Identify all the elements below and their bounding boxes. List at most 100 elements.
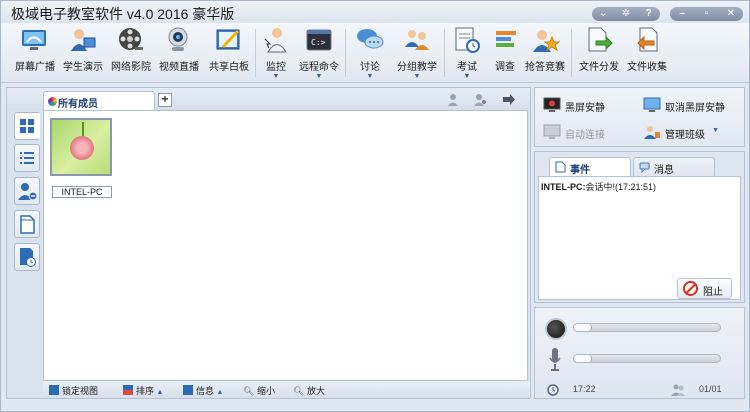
toolbar-file-distribute[interactable]: 文件分发 <box>579 25 619 73</box>
file-send-icon <box>584 25 614 55</box>
chevron-up-icon: ▲ <box>216 389 224 396</box>
speaker-volume-fill <box>574 324 592 331</box>
members-bottom-bar: 锁定视图 排序 ▲ 信息 ▲ 🔍︎ 缩小 🔍︎ 放大 <box>43 381 530 398</box>
exam-clock-icon <box>452 25 482 55</box>
block-button[interactable]: 阻止 <box>677 278 732 299</box>
toolbar-exam[interactable]: 考试 ▼ <box>451 25 483 81</box>
toolbar-monitor[interactable]: 监控 ▼ <box>261 25 291 81</box>
toolbar-shared-whiteboard[interactable]: 共享白板 <box>209 25 249 73</box>
member-thumbnail[interactable] <box>50 118 112 176</box>
screen-icon <box>643 97 661 113</box>
toolbar-file-collect[interactable]: 文件收集 <box>627 25 667 73</box>
student-demo-icon <box>67 25 97 55</box>
window-title: 极域电子教室软件 v4.0 2016 豪华版 <box>11 6 235 22</box>
zoom-out-button[interactable]: 🔍︎ 缩小 <box>243 384 275 397</box>
side-tab-list[interactable] <box>14 144 40 172</box>
members-tab-strip: 所有成员 + <box>7 88 530 110</box>
side-tab-thumbnails[interactable] <box>14 112 40 140</box>
zoom-in-button[interactable]: 🔍︎ 放大 <box>293 384 325 397</box>
microphone-volume-fill <box>574 355 592 362</box>
plus-icon: + <box>161 92 169 106</box>
chevron-up-icon: ▲ <box>156 389 164 396</box>
toolbar-screen-broadcast[interactable]: 屏幕广播 <box>15 25 55 73</box>
toolbar-student-demo[interactable]: 学生演示 <box>63 25 103 73</box>
toolbar-separator <box>571 29 572 77</box>
manage-class-icon <box>643 124 661 140</box>
chevron-down-icon: ▼ <box>413 73 421 80</box>
document-icon <box>555 161 566 173</box>
survey-bars-icon <box>491 25 521 55</box>
side-tab-report[interactable] <box>14 243 40 271</box>
toolbar-discussion[interactable]: 讨论 ▼ <box>353 25 387 81</box>
film-reel-icon <box>115 25 145 55</box>
add-tab-button[interactable]: + <box>158 93 172 107</box>
lock-view-button[interactable]: 锁定视图 <box>49 384 98 397</box>
members-area: INTEL-PC <box>43 110 528 381</box>
auto-connect-button[interactable]: 自动连接 <box>537 121 605 143</box>
whiteboard-icon <box>214 25 244 55</box>
restore-icon[interactable]: ▫ <box>697 7 715 21</box>
side-tab-document[interactable] <box>14 210 40 238</box>
report-clock-icon <box>20 248 36 267</box>
close-icon[interactable]: ✕ <box>722 7 740 21</box>
title-bar: 极域电子教室软件 v4.0 2016 豪华版 ⌄ ✲ ? – ▫ ✕ <box>1 1 749 23</box>
event-log: INTEL-PC:会话中!(17:21:51) 阻止 <box>538 176 741 300</box>
chat-bubble-icon <box>355 25 385 55</box>
toolbar-network-cinema[interactable]: 网络影院 <box>111 25 151 73</box>
info-icon <box>183 385 193 395</box>
black-screen-button[interactable]: 黑屏安静 <box>537 94 605 116</box>
microphone-icon <box>549 348 561 371</box>
tab-all-members[interactable]: 所有成员 <box>43 91 155 110</box>
right-panel: 黑屏安静 取消黑屏安静 自动连接 管理班级 ▼ 事件 消息 INTEL-PC:会… <box>534 87 745 399</box>
tab-messages[interactable]: 消息 <box>633 157 715 176</box>
thumbnail-view-icon <box>20 119 34 133</box>
microphone-volume-slider[interactable] <box>573 354 721 363</box>
toolbar-survey[interactable]: 调查 <box>491 25 519 73</box>
chevron-down-icon: ▼ <box>315 73 323 80</box>
toolbar-group-teaching[interactable]: 分组教学 ▼ <box>397 25 437 81</box>
toolbar-quiz-race[interactable]: 抢答竞赛 <box>525 25 565 73</box>
main-toolbar: 屏幕广播 学生演示 网络影院 视频直播 共享白板 监控 ▼ C:> 远程命令 ▼… <box>1 23 749 83</box>
window-controls: – ▫ ✕ <box>670 7 743 21</box>
user-settings-icon[interactable] <box>473 93 487 106</box>
arrow-right-icon[interactable] <box>502 93 516 106</box>
command-prompt-icon: C:> <box>304 25 334 55</box>
toolbar-separator <box>444 29 445 77</box>
speaker-icon <box>545 318 567 340</box>
side-tab-user-remove[interactable] <box>14 177 40 205</box>
window-options: ⌄ ✲ ? <box>592 7 660 21</box>
auto-connect-icon <box>543 124 561 140</box>
chevron-down-icon[interactable]: ⌄ <box>594 7 612 21</box>
chevron-down-icon: ▼ <box>366 73 374 80</box>
manage-class-button[interactable]: 管理班级 ▼ <box>637 121 719 143</box>
star-user-icon <box>530 25 561 55</box>
chevron-down-icon: ▼ <box>463 73 471 80</box>
message-bubble-icon <box>639 161 650 174</box>
cancel-black-screen-button[interactable]: 取消黑屏安静 <box>637 94 725 116</box>
event-box: 事件 消息 INTEL-PC:会话中!(17:21:51) 阻止 <box>534 151 745 303</box>
list-view-icon <box>20 152 34 164</box>
toolbar-remote-command[interactable]: C:> 远程命令 ▼ <box>299 25 339 81</box>
zoom-out-icon: 🔍︎ <box>243 386 255 396</box>
toolbar-separator <box>345 29 346 77</box>
zoom-in-icon: 🔍︎ <box>293 386 305 396</box>
webcam-icon <box>163 25 193 55</box>
info-button[interactable]: 信息 ▲ <box>183 384 223 397</box>
sort-button[interactable]: 排序 ▲ <box>123 384 163 397</box>
tab-events[interactable]: 事件 <box>549 157 631 176</box>
speaker-volume-slider[interactable] <box>573 323 721 332</box>
color-wheel-icon <box>48 97 57 106</box>
help-icon[interactable]: ? <box>640 7 658 21</box>
toolbar-video-live[interactable]: 视频直播 <box>159 25 199 73</box>
chevron-down-icon: ▼ <box>712 127 719 134</box>
member-name[interactable]: INTEL-PC <box>52 186 112 198</box>
online-users-icon <box>670 384 686 398</box>
online-count: 01/01 <box>699 384 722 394</box>
chevron-down-icon: ▼ <box>272 73 280 80</box>
document-icon <box>20 215 35 234</box>
black-screen-icon <box>543 97 561 113</box>
gear-icon[interactable]: ✲ <box>617 7 635 21</box>
user-star-icon[interactable] <box>447 93 461 106</box>
clock-icon <box>547 384 559 398</box>
minimize-icon[interactable]: – <box>673 7 691 21</box>
